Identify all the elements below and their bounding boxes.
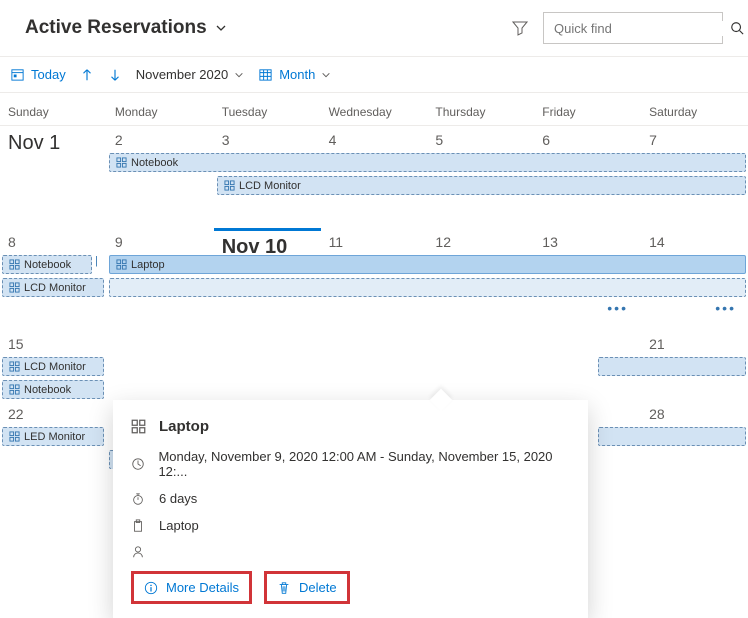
page-header: Active Reservations [0, 0, 748, 57]
calendar-row: 15 21 LCD Monitor Notebook [0, 330, 748, 400]
more-events-icon[interactable]: ••• [607, 300, 628, 316]
weekday-label: Saturday [641, 105, 748, 119]
stopwatch-icon [131, 492, 147, 506]
popover-daterange: Monday, November 9, 2020 12:00 AM - Sund… [158, 449, 570, 479]
month-picker[interactable]: November 2020 [136, 67, 245, 82]
event-lcd[interactable]: LCD Monitor [2, 357, 104, 376]
view-label: Month [279, 67, 315, 82]
event-bar[interactable] [598, 427, 746, 446]
trash-icon [277, 581, 291, 595]
calendar-grid-icon [258, 67, 273, 82]
popover-duration: 6 days [159, 491, 197, 506]
more-events-icon[interactable]: ••• [715, 300, 736, 316]
category-icon [9, 431, 20, 442]
calendar-icon [10, 67, 25, 82]
event-notebook[interactable]: Notebook [2, 255, 92, 274]
view-picker[interactable]: Month [258, 67, 331, 82]
more-details-label: More Details [166, 580, 239, 595]
event-bar[interactable] [598, 357, 746, 376]
today-label: Today [31, 67, 66, 82]
chevron-down-icon [234, 70, 244, 80]
calendar-row: Nov 1 2 3 4 5 6 7 Notebook LCD Monitor [0, 126, 748, 228]
calendar-cell[interactable]: 2 [107, 126, 214, 228]
calendar-toolbar: Today November 2020 Month [0, 57, 748, 93]
category-icon [9, 259, 20, 270]
category-icon [9, 384, 20, 395]
weekday-label: Friday [534, 105, 641, 119]
category-icon [116, 157, 127, 168]
today-button[interactable]: Today [10, 67, 66, 82]
event-notebook[interactable]: Notebook [109, 153, 746, 172]
clipboard-icon [131, 519, 147, 533]
calendar-grid: Sunday Monday Tuesday Wednesday Thursday… [0, 93, 748, 470]
search-input[interactable] [554, 21, 730, 36]
view-title: Active Reservations [25, 17, 207, 39]
clock-icon [131, 457, 146, 471]
search-box[interactable] [543, 12, 723, 44]
event-popover: Laptop Monday, November 9, 2020 12:00 AM… [113, 400, 588, 618]
delete-button[interactable]: Delete [264, 571, 350, 604]
weekday-label: Wednesday [321, 105, 428, 119]
prev-arrow-icon[interactable] [80, 68, 94, 82]
category-icon [116, 259, 127, 270]
calendar-cell[interactable]: Nov 1 [0, 126, 107, 228]
filter-icon[interactable] [512, 20, 528, 36]
popover-daterange-row: Monday, November 9, 2020 12:00 AM - Sund… [131, 449, 570, 479]
chevron-down-icon [215, 22, 227, 34]
calendar-cell[interactable] [427, 330, 534, 400]
event-lcd[interactable]: LCD Monitor [217, 176, 746, 195]
month-label: November 2020 [136, 67, 229, 82]
calendar-cell[interactable] [321, 330, 428, 400]
event-led[interactable]: LED Monitor [2, 427, 104, 446]
search-icon [730, 21, 744, 35]
delete-label: Delete [299, 580, 337, 595]
calendar-cell[interactable] [107, 330, 214, 400]
calendar-row: 8 9 Nov 10 11 12 13 14 Notebook | Laptop… [0, 228, 748, 330]
category-icon [224, 180, 235, 191]
event-lcd[interactable]: LCD Monitor [2, 278, 104, 297]
popover-title: Laptop [159, 418, 209, 435]
person-icon [131, 545, 147, 559]
category-icon [131, 419, 147, 434]
info-icon [144, 581, 158, 595]
event-notebook[interactable]: Notebook [2, 380, 104, 399]
event-continues-icon: | [95, 255, 98, 267]
next-arrow-icon[interactable] [108, 68, 122, 82]
more-details-button[interactable]: More Details [131, 571, 252, 604]
popover-title-row: Laptop [131, 418, 570, 435]
event-bar[interactable] [109, 278, 746, 297]
chevron-down-icon [321, 70, 331, 80]
calendar-cell[interactable] [214, 330, 321, 400]
popover-duration-row: 6 days [131, 491, 570, 506]
weekday-label: Sunday [0, 105, 107, 119]
popover-actions: More Details Delete [131, 571, 570, 604]
popover-owner-row [131, 545, 570, 559]
weekday-label: Monday [107, 105, 214, 119]
popover-category-row: Laptop [131, 518, 570, 533]
weekday-label: Thursday [427, 105, 534, 119]
category-icon [9, 361, 20, 372]
weekday-header: Sunday Monday Tuesday Wednesday Thursday… [0, 93, 748, 126]
event-laptop-selected[interactable]: Laptop [109, 255, 746, 274]
popover-category: Laptop [159, 518, 199, 533]
category-icon [9, 282, 20, 293]
view-title-dropdown[interactable]: Active Reservations [25, 17, 227, 39]
weekday-label: Tuesday [214, 105, 321, 119]
